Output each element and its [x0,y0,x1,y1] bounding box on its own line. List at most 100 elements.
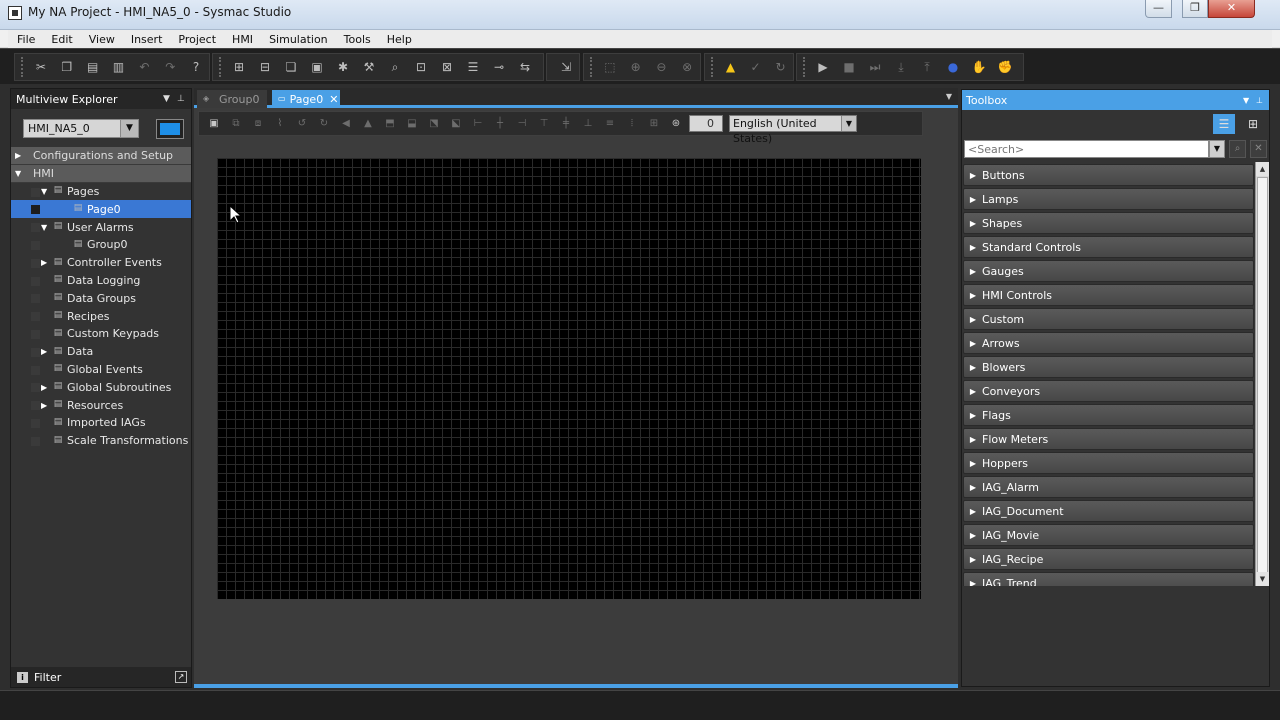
maximize-button[interactable]: ❐ [1182,0,1208,18]
layer-icon[interactable]: ⊛ [665,115,687,133]
bring-front-icon[interactable]: ⬒ [379,115,401,133]
zoom-reset-icon[interactable]: ⊗ [674,56,700,78]
filter-label[interactable]: Filter [34,671,175,684]
delete-icon[interactable]: ▥ [106,56,132,78]
toolbar-grip[interactable] [219,57,222,77]
zoom-in-icon[interactable]: ⊕ [623,56,649,78]
toolbox-category[interactable]: ▶ Buttons [963,164,1254,186]
chevron-down-icon[interactable]: ▼ [1209,140,1225,158]
close-button[interactable]: ✕ [1208,0,1255,18]
menu-project[interactable]: Project [169,33,223,46]
ungroup-icon[interactable]: ⧈ [247,115,269,133]
toolbox-category[interactable]: ▶ Custom [963,308,1254,330]
chevron-down-icon[interactable]: ▼ [1243,96,1256,105]
toolbox-category[interactable]: ▶ IAG_Recipe [963,548,1254,570]
toolbox-scrollbar[interactable]: ▲ ▼ [1255,162,1269,586]
expand-filter-icon[interactable]: ↗ [175,671,187,683]
cross-ref-icon[interactable]: ✱ [330,56,356,78]
expand-icon[interactable]: ▶ [964,243,982,252]
find-icon[interactable]: ⌕ [382,56,408,78]
menu-edit[interactable]: Edit [42,33,79,46]
tree-item[interactable]: ▤ Imported IAGs [11,414,191,432]
hmi-device-icon[interactable] [156,119,184,139]
chevron-down-icon[interactable]: ▼ [163,94,177,104]
tree-icon[interactable]: ⊞ [226,56,252,78]
breakpoint-icon[interactable]: ● [940,56,966,78]
toolbox-category[interactable]: ▶ Flow Meters [963,428,1254,450]
tree-item[interactable]: ▤ Scale Transformations [11,432,191,450]
pin-icon[interactable]: ⊥ [1256,96,1269,105]
toolbox-search-input[interactable] [964,140,1209,158]
step-into-icon[interactable]: ⤓ [888,56,914,78]
align-right-icon[interactable]: ⊣ [511,115,533,133]
expand-icon[interactable]: ▶ [41,347,51,356]
watch-icon[interactable]: ⊡ [408,56,434,78]
expand-icon[interactable]: ▶ [964,579,982,587]
expand-icon[interactable]: ▶ [41,401,51,410]
expand-icon[interactable]: ▶ [964,195,982,204]
path-icon[interactable]: ⌇ [269,115,291,133]
section-hmi[interactable]: ▼ HMI [11,164,191,183]
network-icon[interactable]: ⊟ [252,56,278,78]
chevron-down-icon[interactable]: ▼ [120,120,138,137]
toolbox-category[interactable]: ▶ Arrows [963,332,1254,354]
tree-item[interactable]: ▤ Custom Keypads [11,325,191,343]
expand-icon[interactable]: ▶ [964,339,982,348]
windows-icon[interactable]: ❏ [278,56,304,78]
redo-icon[interactable]: ↷ [157,56,183,78]
cut-icon[interactable]: ✂ [28,56,54,78]
menu-tools[interactable]: Tools [335,33,378,46]
expand-icon[interactable]: ▶ [964,363,982,372]
tree-item[interactable]: ▤ Global Events [11,361,191,379]
toolbox-category[interactable]: ▶ Blowers [963,356,1254,378]
send-backward-icon[interactable]: ⬕ [445,115,467,133]
warning-icon[interactable]: ▲ [718,56,743,78]
toolbox-category[interactable]: ▶ IAG_Alarm [963,476,1254,498]
expand-icon[interactable]: ▼ [41,223,51,232]
stop-icon[interactable]: ■ [836,56,862,78]
menu-view[interactable]: View [80,33,122,46]
expand-icon[interactable]: ▶ [964,291,982,300]
toolbox-category[interactable]: ▶ IAG_Document [963,500,1254,522]
grid-icon[interactable]: ⊞ [643,115,665,133]
tree-item[interactable]: ▤ Recipes [11,307,191,325]
build-icon[interactable]: ⚒ [356,56,382,78]
toolbox-category[interactable]: ▶ IAG_Trend [963,572,1254,586]
group-icon[interactable]: ⧉ [225,115,247,133]
distribute-horizontal-icon[interactable]: ≡ [599,115,621,133]
copy-icon[interactable]: ❐ [54,56,80,78]
toolbox-category[interactable]: ▶ Lamps [963,188,1254,210]
scroll-down-icon[interactable]: ▼ [1256,572,1269,586]
paste-icon[interactable]: ▤ [80,56,106,78]
toolbox-category[interactable]: ▶ Gauges [963,260,1254,282]
refresh-icon[interactable]: ↻ [768,56,793,78]
menu-help[interactable]: Help [378,33,419,46]
scroll-up-icon[interactable]: ▲ [1256,162,1269,176]
tree-item[interactable]: ▶ ▤ Data [11,343,191,361]
grid-view-icon[interactable]: ⊞ [1242,114,1264,134]
tree-item[interactable]: ▤ Data Logging [11,272,191,290]
expand-icon[interactable]: ▶ [964,315,982,324]
expand-icon[interactable]: ▼ [41,187,51,196]
align-left-icon[interactable]: ⊢ [467,115,489,133]
align-middle-icon[interactable]: ╪ [555,115,577,133]
menu-simulation[interactable]: Simulation [260,33,335,46]
toolbox-category[interactable]: ▶ Standard Controls [963,236,1254,258]
help-icon[interactable]: ? [183,56,209,78]
play-icon[interactable]: ▶ [810,56,836,78]
step-icon[interactable]: ⏭ [862,56,888,78]
tab-group0[interactable]: ◈ Group0 [197,90,267,108]
fit-icon[interactable]: ⬚ [597,56,623,78]
expand-icon[interactable]: ▶ [964,435,982,444]
pointer-icon[interactable]: ⇲ [553,56,579,78]
expand-icon[interactable]: ▶ [964,459,982,468]
toolbar-grip[interactable] [590,57,593,77]
hand-icon[interactable]: ✋ [966,56,992,78]
page-canvas[interactable] [217,158,921,599]
close-tab-icon[interactable]: ✕ [329,93,338,106]
toolbox-category[interactable]: ▶ Shapes [963,212,1254,234]
expand-icon[interactable]: ▶ [964,387,982,396]
toolbox-category[interactable]: ▶ Hoppers [963,452,1254,474]
language-select[interactable]: English (United States) ▼ [729,115,857,145]
rotate-right-icon[interactable]: ↻ [313,115,335,133]
